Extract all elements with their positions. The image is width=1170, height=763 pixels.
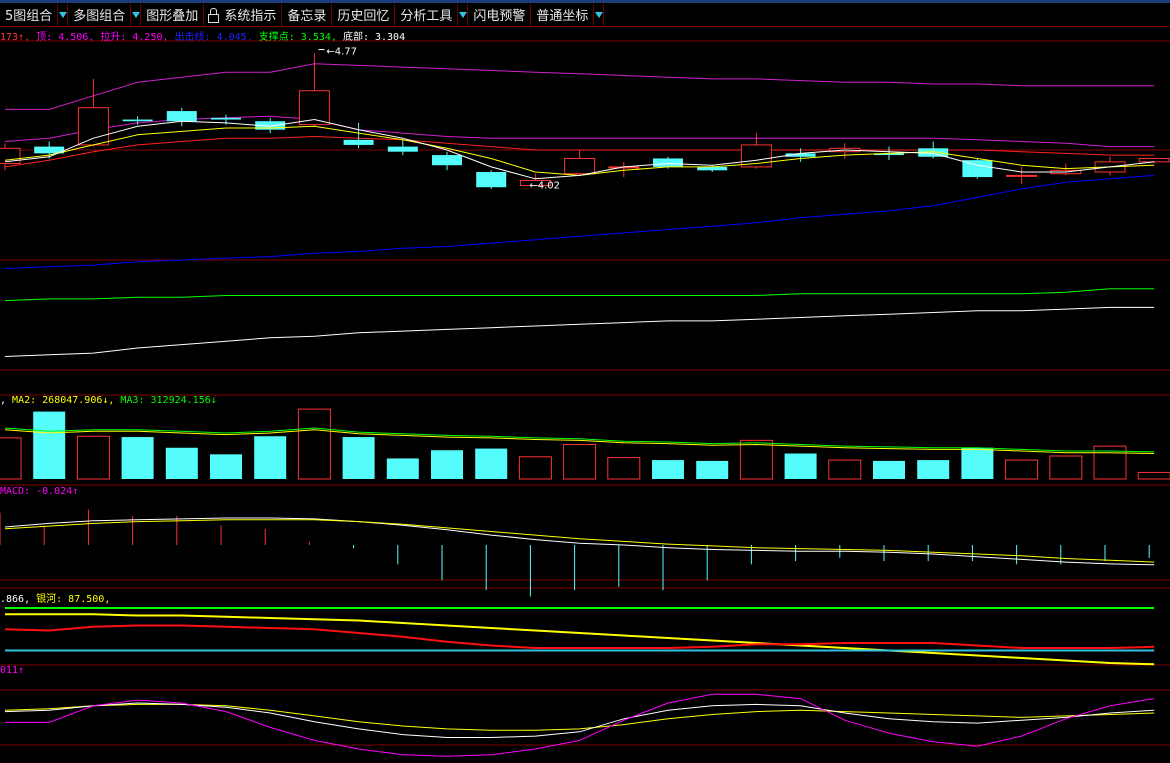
ind5-white-line	[4, 702, 1155, 738]
volume-bar-up	[297, 408, 331, 480]
volume-bar-up	[1137, 471, 1170, 480]
ind4-red-line	[4, 624, 1155, 649]
volume-bar-down	[873, 460, 905, 479]
volume-bar-up	[518, 456, 552, 480]
ind4-yellow-line	[5, 613, 1155, 666]
volume-bar-down	[342, 437, 375, 479]
low-label: ←4.02	[529, 180, 560, 191]
volume-bar-down	[917, 460, 950, 479]
candle-body-down	[122, 119, 153, 122]
high-label: ←4.77	[326, 47, 357, 58]
candle-body-down	[653, 158, 683, 167]
macd-dea-line	[4, 519, 1155, 563]
volume-bar-up	[76, 435, 110, 480]
line-blue	[4, 174, 1155, 269]
volume-bar-down	[475, 448, 508, 479]
line-white-low	[4, 306, 1155, 357]
line-magenta-upper	[5, 63, 1155, 110]
stock-chart[interactable]: ←4.77 ←4.02	[0, 0, 1170, 763]
ind5-magenta-line	[5, 693, 1155, 757]
volume-bar-down	[431, 450, 463, 479]
volume-bar-down	[210, 454, 242, 479]
ind5-yellow-line	[4, 703, 1155, 731]
volume-bar-up	[1049, 455, 1083, 480]
volume-bar-down	[696, 460, 729, 479]
candle-body-down	[697, 166, 728, 171]
volume-bar-down	[652, 460, 684, 479]
volume-bar-down	[784, 453, 817, 479]
volume-bar-up	[607, 457, 641, 480]
candle-body-up	[1138, 157, 1170, 163]
line-green	[4, 288, 1155, 302]
volume-bar-down	[121, 437, 154, 479]
volume-bar-down	[254, 436, 287, 479]
candle-body-down	[387, 146, 418, 152]
volume-bar-down	[386, 458, 419, 479]
volume-bar-up	[1005, 459, 1039, 480]
volume-bar-down	[33, 411, 66, 479]
candle-body-up	[1006, 174, 1038, 177]
volume-bar-down	[961, 447, 994, 479]
volume-bar-up	[563, 443, 597, 480]
volume-bar-up	[828, 459, 862, 480]
macd-dif-line	[4, 517, 1155, 566]
volume-bar-down	[165, 447, 198, 479]
candle-body-up	[77, 107, 109, 146]
candle-body-down	[476, 172, 507, 188]
candle-body-down	[343, 139, 374, 145]
candle-body-down	[211, 117, 241, 120]
volume-bar-up	[0, 437, 22, 480]
candle-body-up	[564, 157, 596, 175]
candle-body-down	[166, 111, 197, 122]
candle-body-down	[432, 155, 462, 166]
volume-bar-up	[739, 439, 773, 480]
